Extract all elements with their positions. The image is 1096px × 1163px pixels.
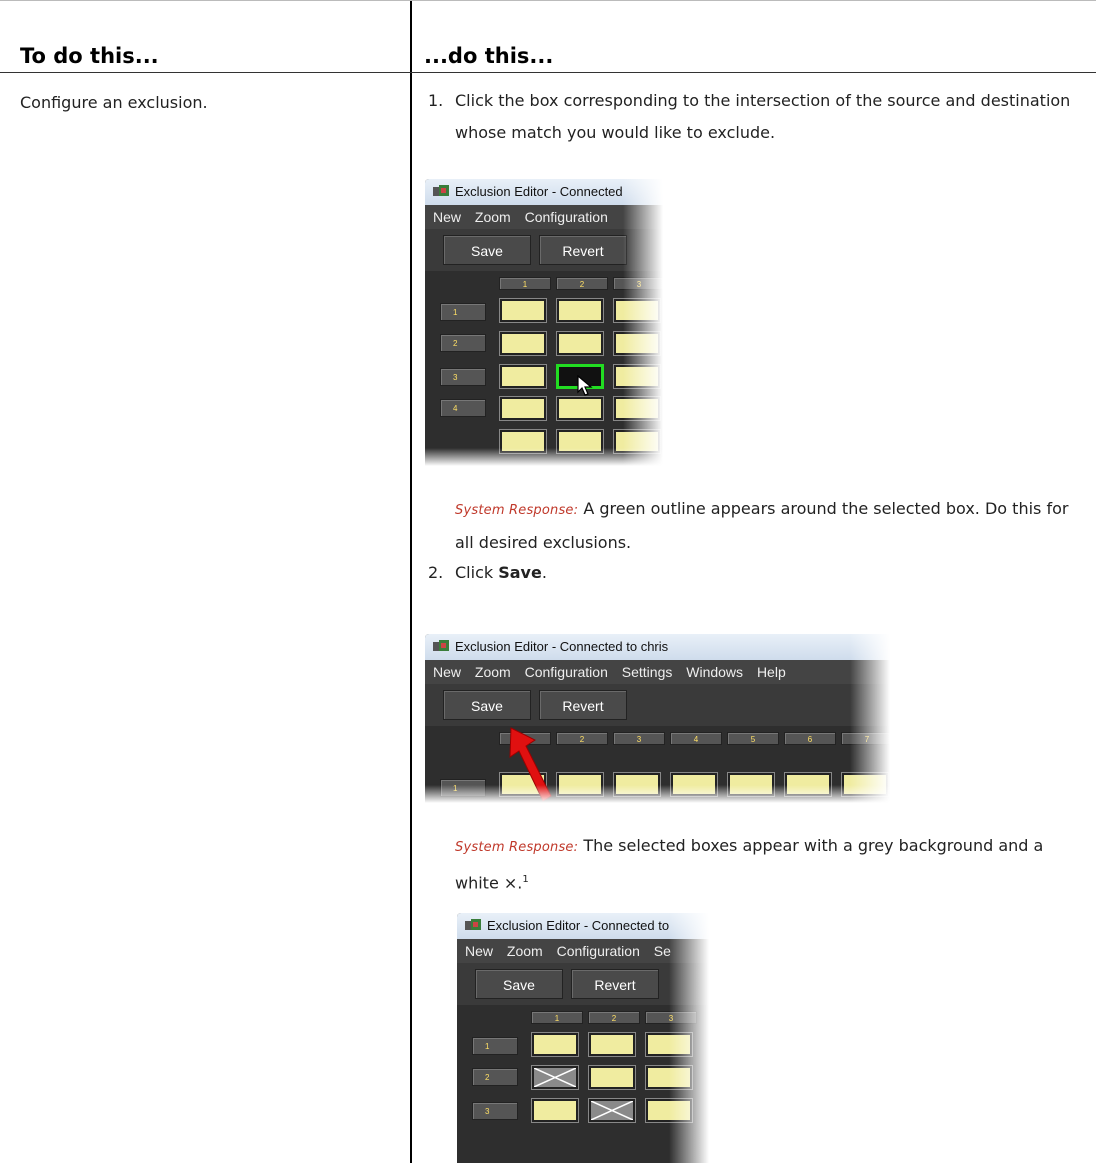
col-header[interactable]: 2: [556, 732, 608, 745]
column-header-task: To do this...: [20, 44, 159, 68]
screenshot-exclusion-editor-2: Exclusion Editor - Connected to chris Ne…: [425, 634, 890, 803]
task-cell: Configure an exclusion.: [20, 93, 208, 112]
grid-cell[interactable]: [499, 331, 547, 356]
grid-cell[interactable]: [499, 396, 547, 421]
revert-button[interactable]: Revert: [539, 235, 627, 265]
grid-cell[interactable]: [588, 1032, 636, 1057]
grid-cell[interactable]: [556, 298, 604, 323]
toolbar: Save Revert: [425, 684, 890, 726]
exclusion-x-icon: [591, 1101, 633, 1120]
row-header[interactable]: 2: [440, 334, 486, 352]
window-title: Exclusion Editor - Connected to chris: [455, 639, 669, 654]
save-button[interactable]: Save: [475, 969, 563, 999]
save-button[interactable]: Save: [443, 235, 531, 265]
save-button[interactable]: Save: [443, 690, 531, 720]
footnote-marker[interactable]: 1: [522, 874, 528, 885]
step-2-response: System Response: The selected boxes appe…: [455, 830, 1085, 899]
row-header[interactable]: 3: [440, 368, 486, 386]
menu-configuration[interactable]: Configuration: [525, 209, 608, 225]
mouse-cursor-icon: [577, 375, 593, 396]
fade-bottom: [425, 448, 663, 466]
table-top-rule: [0, 0, 1096, 1]
row-header[interactable]: 2: [472, 1068, 518, 1086]
step-2-prefix: Click: [455, 563, 499, 582]
menu-help[interactable]: Help: [757, 664, 786, 680]
menu-zoom[interactable]: Zoom: [507, 943, 543, 959]
step-1-response: System Response: A green outline appears…: [455, 493, 1075, 559]
fade-right: [850, 634, 890, 803]
menu-configuration[interactable]: Configuration: [525, 664, 608, 680]
column-divider: [410, 0, 412, 1163]
row-header[interactable]: 1: [472, 1037, 518, 1055]
fade-right: [623, 179, 663, 466]
menu-zoom[interactable]: Zoom: [475, 664, 511, 680]
row-header[interactable]: 1: [440, 303, 486, 321]
fade-bottom: [425, 785, 890, 803]
menu-zoom[interactable]: Zoom: [475, 209, 511, 225]
col-header[interactable]: 5: [727, 732, 779, 745]
menu-windows[interactable]: Windows: [686, 664, 743, 680]
column-header-action: ...do this...: [424, 44, 554, 68]
row-header[interactable]: 4: [440, 399, 486, 417]
header-rule: [0, 72, 1096, 73]
col-header[interactable]: 1: [531, 1011, 583, 1024]
system-response-label: System Response:: [455, 503, 579, 518]
menu-new[interactable]: New: [433, 209, 461, 225]
grid-cell[interactable]: [531, 1032, 579, 1057]
screenshot-exclusion-editor-1: Exclusion Editor - Connected New Zoom Co…: [425, 179, 663, 466]
col-header[interactable]: 2: [588, 1011, 640, 1024]
window-titlebar: Exclusion Editor - Connected to chris: [425, 634, 890, 660]
menu-settings[interactable]: Settings: [622, 664, 673, 680]
grid-cell[interactable]: [531, 1098, 579, 1123]
grid-cell[interactable]: [556, 331, 604, 356]
col-header[interactable]: 6: [784, 732, 836, 745]
app-icon: [433, 640, 449, 651]
grid-cell-excluded[interactable]: [531, 1065, 579, 1090]
row-header[interactable]: 3: [472, 1102, 518, 1120]
screenshot-exclusion-editor-3: Exclusion Editor - Connected to New Zoom…: [457, 913, 709, 1163]
step-1-text: Click the box corresponding to the inter…: [455, 91, 1071, 142]
grid-cell[interactable]: [499, 364, 547, 389]
menubar: New Zoom Configuration Settings Windows …: [425, 660, 890, 684]
app-icon: [465, 919, 481, 930]
window-title: Exclusion Editor - Connected: [455, 184, 623, 199]
step-2-number: 2.: [428, 563, 444, 582]
menu-new[interactable]: New: [433, 664, 461, 680]
col-header[interactable]: 3: [613, 732, 665, 745]
grid-cell[interactable]: [556, 396, 604, 421]
step-2-bold: Save: [498, 563, 542, 582]
exclusion-x-icon: [534, 1068, 576, 1087]
col-header[interactable]: 1: [499, 277, 551, 290]
fade-right: [669, 913, 709, 1163]
menu-new[interactable]: New: [465, 943, 493, 959]
menu-configuration[interactable]: Configuration: [557, 943, 640, 959]
revert-button[interactable]: Revert: [539, 690, 627, 720]
col-header[interactable]: 2: [556, 277, 608, 290]
step-2-text: Click Save.: [455, 557, 547, 589]
step-1-number: 1.: [428, 91, 444, 110]
system-response-label: System Response:: [455, 840, 579, 855]
window-title: Exclusion Editor - Connected to: [487, 918, 670, 933]
revert-button[interactable]: Revert: [571, 969, 659, 999]
app-icon: [433, 185, 449, 196]
grid-cell[interactable]: [499, 298, 547, 323]
col-header[interactable]: 4: [670, 732, 722, 745]
grid-cell-excluded[interactable]: [588, 1098, 636, 1123]
step-2-suffix: .: [541, 563, 547, 582]
grid-cell[interactable]: [588, 1065, 636, 1090]
